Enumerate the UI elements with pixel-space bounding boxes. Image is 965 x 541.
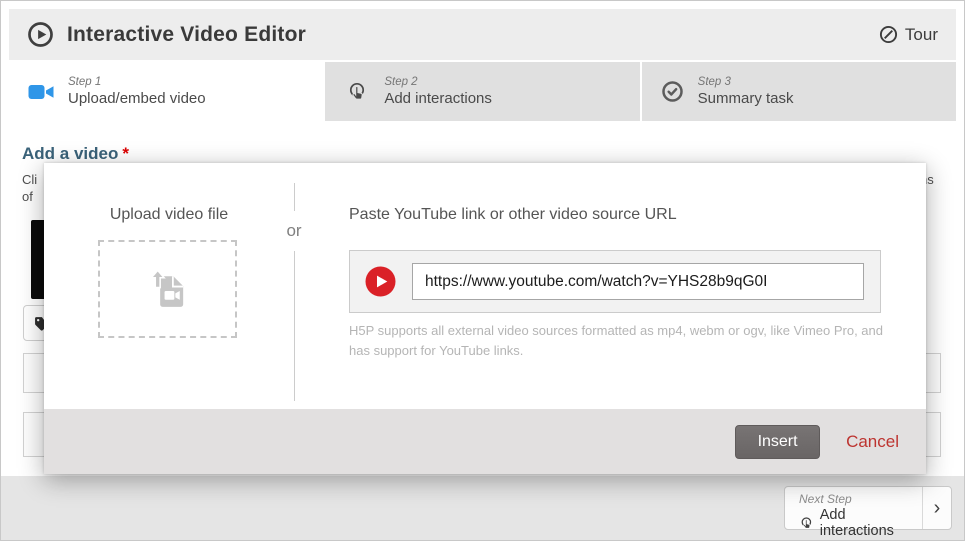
tap-icon (801, 516, 812, 529)
tour-button[interactable]: Tour (879, 25, 938, 45)
field-description-fragment: of (22, 189, 33, 204)
tab-texts: Step 3 Summary task (698, 76, 794, 107)
youtube-play-icon (365, 266, 396, 297)
add-video-dialog-footer: Insert Cancel (44, 409, 926, 474)
tab-label: Add interactions (384, 90, 492, 107)
step-tabs: Step 1 Upload/embed video Step 2 Add int… (9, 62, 956, 121)
tab-step-number: Step 1 (68, 76, 102, 88)
tour-label: Tour (904, 24, 938, 44)
tab-summary-task[interactable]: Step 3 Summary task (641, 62, 956, 121)
tab-label: Summary task (697, 90, 794, 107)
add-video-heading-text: Add a video (22, 144, 119, 163)
url-field-wrapper (349, 250, 881, 313)
cancel-button[interactable]: Cancel (846, 432, 899, 452)
tap-icon (350, 82, 365, 100)
add-video-dialog-body: or Upload video file Paste YouTube link … (44, 163, 926, 409)
tab-texts: Step 2 Add interactions (384, 76, 492, 107)
required-asterisk: * (122, 144, 129, 163)
video-url-input[interactable] (412, 263, 864, 300)
paste-section-title: Paste YouTube link or other video source… (349, 206, 677, 223)
interactive-video-editor: Interactive Video Editor Tour Step 1 Upl… (0, 0, 965, 541)
insert-button[interactable]: Insert (735, 424, 821, 459)
add-video-heading: Add a video * (22, 144, 129, 164)
tab-label: Upload/embed video (68, 90, 206, 107)
play-circle-icon (28, 22, 53, 47)
upload-dropzone[interactable] (98, 240, 237, 338)
check-circle-icon (661, 81, 683, 102)
tab-step-number: Step 3 (697, 76, 731, 88)
next-step-eyebrow: Next Step (799, 492, 852, 506)
tab-upload-embed-video[interactable]: Step 1 Upload/embed video (9, 62, 324, 121)
upload-video-file-icon (149, 268, 184, 307)
next-step-label: Add interactions (819, 507, 894, 539)
tab-add-interactions[interactable]: Step 2 Add interactions (325, 62, 640, 121)
editor-footer: Next Step Add interactions › (1, 476, 964, 540)
editor-header: Interactive Video Editor Tour (9, 9, 956, 60)
url-helper-text: H5P supports all external video sources … (349, 323, 883, 358)
chevron-right-icon[interactable]: › (922, 487, 951, 529)
video-camera-icon (28, 84, 54, 99)
tab-texts: Step 1 Upload/embed video (68, 76, 206, 107)
add-video-dialog: or Upload video file Paste YouTube link … (44, 163, 926, 474)
tab-step-number: Step 2 (384, 76, 418, 88)
page-title: Interactive Video Editor (67, 22, 306, 46)
field-description-fragment: Cli (22, 172, 38, 187)
next-step-main: Next Step Add interactions (785, 487, 922, 539)
upload-section-title: Upload video file (109, 206, 229, 223)
compass-icon (879, 25, 897, 44)
next-step-row: Add interactions (799, 507, 922, 539)
next-step-button[interactable]: Next Step Add interactions › (784, 486, 952, 539)
